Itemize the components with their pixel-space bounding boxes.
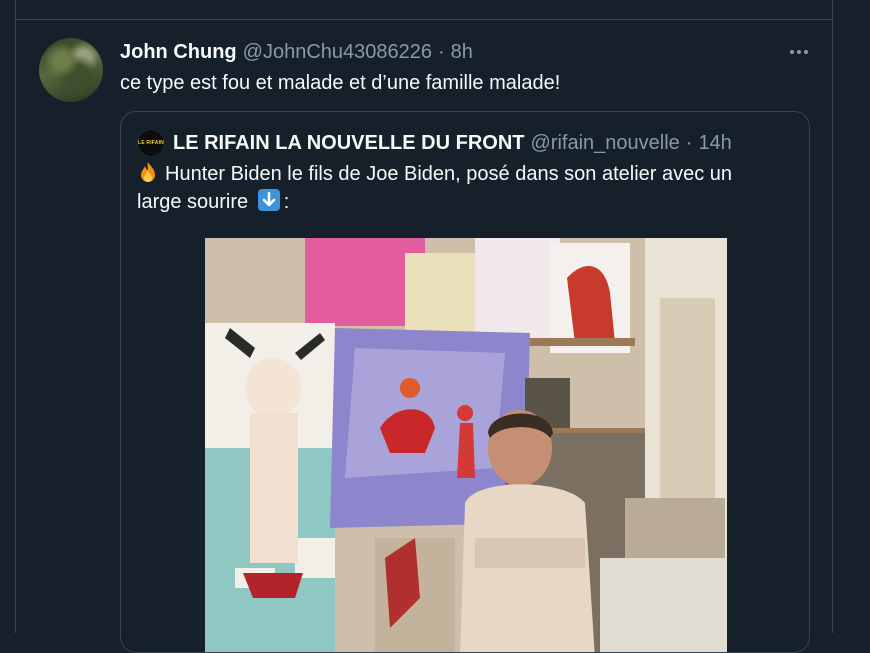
more-horizontal-icon — [790, 50, 794, 54]
quoted-avatar[interactable]: LE RIFAIN — [137, 129, 165, 157]
timeline-column: John Chung @JohnChu43086226 · 8h ce type… — [15, 0, 833, 653]
avatar[interactable] — [39, 38, 103, 102]
quoted-separator-dot: · — [685, 131, 693, 154]
down-arrow-emoji-icon — [257, 189, 280, 211]
quoted-tweet-time[interactable]: 14h — [698, 132, 731, 155]
top-divider — [16, 19, 832, 20]
more-horizontal-icon — [797, 50, 801, 54]
author-handle[interactable]: @JohnChu43086226 — [243, 41, 432, 64]
quoted-text-part1: Hunter Biden le fils de Joe Biden, posé … — [137, 163, 733, 213]
tweet-text: ce type est fou et malade et d’une famil… — [120, 72, 561, 94]
more-options-button[interactable] — [786, 40, 812, 64]
tweet-header: John Chung @JohnChu43086226 · 8h — [120, 40, 473, 64]
quoted-author-handle[interactable]: @rifain_nouvelle — [530, 132, 679, 155]
fire-emoji-icon — [141, 162, 155, 182]
quoted-author-name[interactable]: LE RIFAIN LA NOUVELLE DU FRONT — [173, 132, 524, 155]
quoted-tweet-image[interactable] — [205, 238, 727, 652]
separator-dot: · — [438, 40, 445, 63]
tweet-time[interactable]: 8h — [451, 41, 473, 64]
quoted-tweet-header: LE RIFAIN LE RIFAIN LA NOUVELLE DU FRONT… — [137, 129, 732, 157]
more-horizontal-icon — [804, 50, 808, 54]
quoted-avatar-logo: LE RIFAIN — [138, 140, 164, 146]
quoted-tweet-text: Hunter Biden le fils de Joe Biden, posé … — [137, 160, 777, 216]
author-name[interactable]: John Chung — [120, 41, 237, 64]
quoted-tweet-card[interactable]: LE RIFAIN LE RIFAIN LA NOUVELLE DU FRONT… — [120, 111, 810, 653]
studio-photo — [205, 238, 727, 652]
quoted-text-part2: : — [283, 191, 290, 213]
